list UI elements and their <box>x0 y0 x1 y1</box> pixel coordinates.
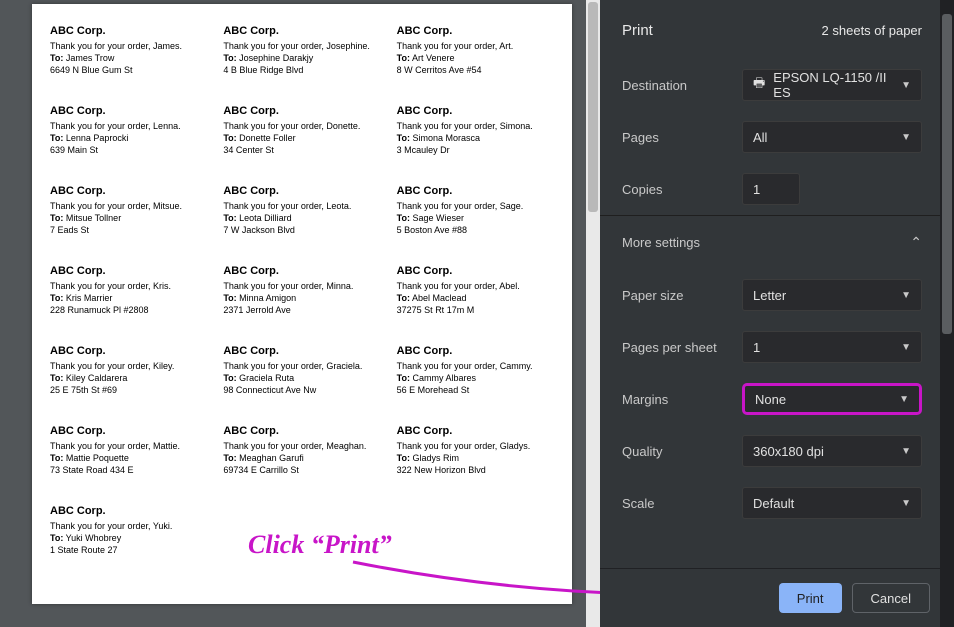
quality-select[interactable]: 360x180 dpi ▼ <box>742 435 922 467</box>
copies-value: 1 <box>753 182 760 197</box>
row-quality: Quality 360x180 dpi ▼ <box>600 425 940 477</box>
chevron-down-icon: ▼ <box>901 80 911 91</box>
address-label: ABC Corp.Thank you for your order, Kiley… <box>50 344 207 422</box>
address-label: ABC Corp.Thank you for your order, Simon… <box>397 104 554 182</box>
preview-page: ABC Corp.Thank you for your order, James… <box>32 4 572 604</box>
cancel-button[interactable]: Cancel <box>852 583 930 613</box>
pps-label: Pages per sheet <box>622 340 742 355</box>
address-label: ABC Corp.Thank you for your order, Meagh… <box>223 424 380 502</box>
sidebar-header: Print 2 sheets of paper <box>600 0 940 59</box>
address-label: ABC Corp.Thank you for your order, Matti… <box>50 424 207 502</box>
more-settings-toggle[interactable]: More settings ⌃ <box>600 215 940 269</box>
print-button[interactable]: Print <box>779 583 842 613</box>
chevron-down-icon: ▼ <box>899 394 909 405</box>
row-paper-size: Paper size Letter ▼ <box>600 269 940 321</box>
more-settings-label: More settings <box>622 235 700 250</box>
pps-select[interactable]: 1 ▼ <box>742 331 922 363</box>
chevron-up-icon: ⌃ <box>910 234 922 251</box>
margins-label: Margins <box>622 392 742 407</box>
paper-size-select[interactable]: Letter ▼ <box>742 279 922 311</box>
sidebar-scrollbar[interactable] <box>940 0 954 627</box>
row-destination: Destination 🖶 EPSON LQ-1150 /II ES ▼ <box>600 59 940 111</box>
quality-value: 360x180 dpi <box>753 444 824 459</box>
copies-input[interactable]: 1 <box>742 173 800 205</box>
address-label: ABC Corp.Thank you for your order, Donet… <box>223 104 380 182</box>
pps-value: 1 <box>753 340 760 355</box>
destination-select[interactable]: 🖶 EPSON LQ-1150 /II ES ▼ <box>742 69 922 101</box>
row-pages: Pages All ▼ <box>600 111 940 163</box>
address-label: ABC Corp.Thank you for your order, Abel.… <box>397 264 554 342</box>
printer-icon: 🖶 <box>753 74 765 96</box>
margins-value: None <box>755 392 786 407</box>
margins-select[interactable]: None ▼ <box>742 383 922 415</box>
scale-value: Default <box>753 496 794 511</box>
address-label: ABC Corp.Thank you for your order, Leota… <box>223 184 380 262</box>
scale-label: Scale <box>622 496 742 511</box>
sheet-count: 2 sheets of paper <box>822 23 922 38</box>
dialog-title: Print <box>622 22 653 39</box>
scale-select[interactable]: Default ▼ <box>742 487 922 519</box>
pages-select[interactable]: All ▼ <box>742 121 922 153</box>
chevron-down-icon: ▼ <box>901 290 911 301</box>
row-margins: Margins None ▼ <box>600 373 940 425</box>
pages-value: All <box>753 130 767 145</box>
address-label: ABC Corp.Thank you for your order, Lenna… <box>50 104 207 182</box>
address-label: ABC Corp.Thank you for your order, Minna… <box>223 264 380 342</box>
quality-label: Quality <box>622 444 742 459</box>
address-label: ABC Corp.Thank you for your order, Art.T… <box>397 24 554 102</box>
row-pages-per-sheet: Pages per sheet 1 ▼ <box>600 321 940 373</box>
copies-label: Copies <box>622 182 742 197</box>
preview-scrollbar[interactable] <box>586 0 600 627</box>
preview-scrollbar-thumb[interactable] <box>588 2 598 212</box>
print-preview-pane: ABC Corp.Thank you for your order, James… <box>0 0 600 627</box>
address-label: ABC Corp.Thank you for your order, Josep… <box>223 24 380 102</box>
print-button-label: Print <box>797 591 824 606</box>
address-label: ABC Corp.Thank you for your order, Graci… <box>223 344 380 422</box>
address-label: ABC Corp.Thank you for your order, James… <box>50 24 207 102</box>
address-label: ABC Corp.Thank you for your order, Cammy… <box>397 344 554 422</box>
destination-value: EPSON LQ-1150 /II ES <box>773 70 901 100</box>
cancel-button-label: Cancel <box>871 591 911 606</box>
chevron-down-icon: ▼ <box>901 446 911 457</box>
chevron-down-icon: ▼ <box>901 342 911 353</box>
address-label: ABC Corp.Thank you for your order, Glady… <box>397 424 554 502</box>
address-label: ABC Corp.Thank you for your order, Yuki.… <box>50 504 207 582</box>
address-label: ABC Corp.Thank you for your order, Mitsu… <box>50 184 207 262</box>
row-copies: Copies 1 <box>600 163 940 215</box>
paper-size-label: Paper size <box>622 288 742 303</box>
chevron-down-icon: ▼ <box>901 498 911 509</box>
row-scale: Scale Default ▼ <box>600 477 940 529</box>
address-label: ABC Corp.Thank you for your order, Kris.… <box>50 264 207 342</box>
dialog-footer: Print Cancel <box>600 568 954 627</box>
chevron-down-icon: ▼ <box>901 132 911 143</box>
paper-size-value: Letter <box>753 288 786 303</box>
print-settings-sidebar: Print 2 sheets of paper Destination 🖶 EP… <box>600 0 954 627</box>
pages-label: Pages <box>622 130 742 145</box>
destination-label: Destination <box>622 78 742 93</box>
address-label: ABC Corp.Thank you for your order, Sage.… <box>397 184 554 262</box>
sidebar-scrollbar-thumb[interactable] <box>942 14 952 334</box>
